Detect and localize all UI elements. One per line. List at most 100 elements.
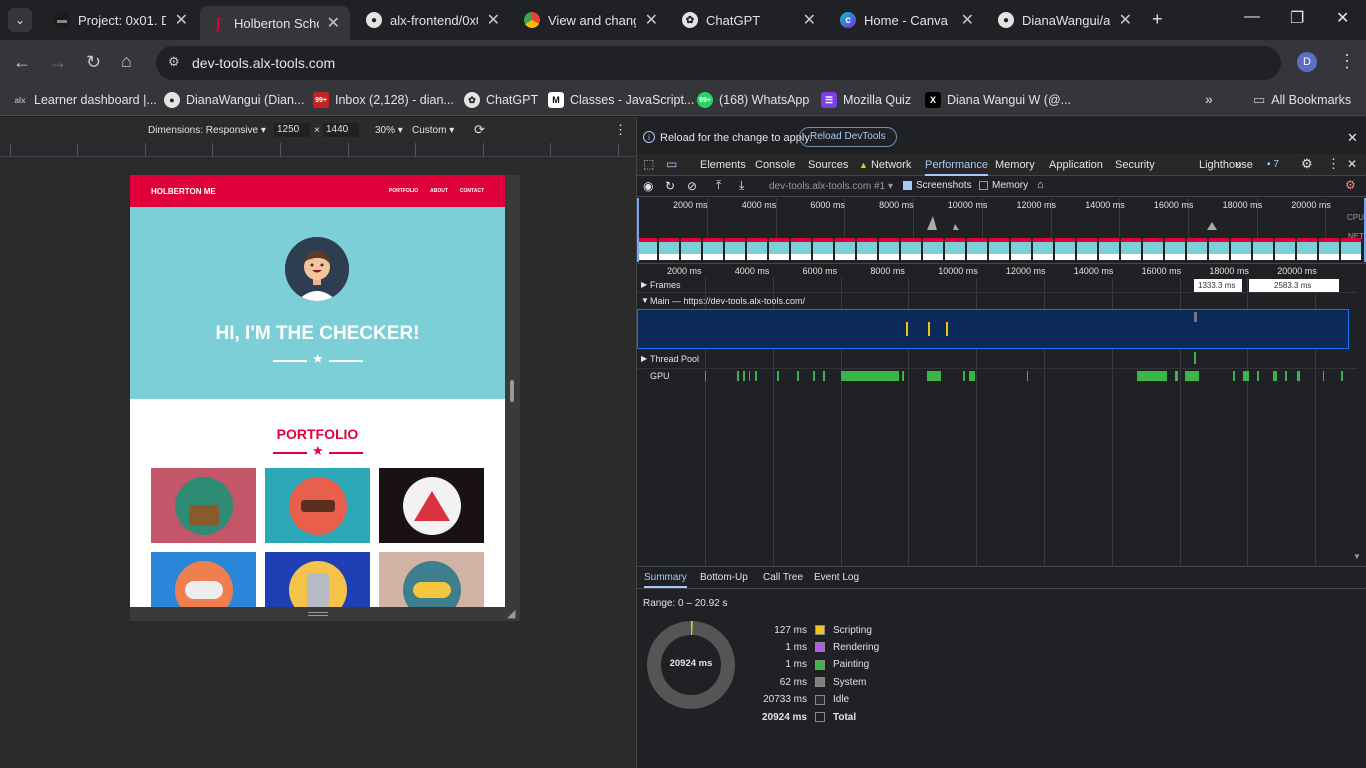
portfolio-item-cake[interactable] xyxy=(265,468,370,543)
screenshot-thumbnail[interactable] xyxy=(681,238,701,260)
portfolio-item-circus[interactable] xyxy=(379,468,484,543)
screenshot-thumbnail[interactable] xyxy=(879,238,899,260)
scrollbar-handle[interactable] xyxy=(510,380,514,402)
forward-icon[interactable]: → xyxy=(49,52,67,73)
tab-security[interactable]: Security xyxy=(1115,159,1155,171)
frame-badge[interactable]: 1333.3 ms xyxy=(1194,279,1242,292)
screenshot-thumbnail[interactable] xyxy=(1055,238,1075,260)
screenshot-thumbnail[interactable] xyxy=(1011,238,1031,260)
issues-badge[interactable]: ▪ 7 xyxy=(1267,159,1279,170)
timeline-overview[interactable]: 2000 ms 4000 ms 6000 ms 8000 ms 10000 ms 1200… xyxy=(637,198,1366,264)
frame-badge[interactable]: 2583.3 ms xyxy=(1249,279,1339,292)
tab-canva[interactable]: c Home - Canva ✕ xyxy=(830,6,984,34)
tab-application[interactable]: Application xyxy=(1049,159,1103,171)
screenshot-thumbnail[interactable] xyxy=(1319,238,1339,260)
screenshot-thumbnail[interactable] xyxy=(967,238,987,260)
screenshot-thumbnail[interactable] xyxy=(703,238,723,260)
screenshot-thumbnail[interactable] xyxy=(725,238,745,260)
zoom-dropdown[interactable]: 30% ▾ xyxy=(375,125,403,136)
screenshot-thumbnail[interactable] xyxy=(1187,238,1207,260)
reload-record-icon[interactable]: ↻ xyxy=(665,179,675,193)
bookmark-whatsapp[interactable]: 99+ (168) WhatsApp xyxy=(697,92,809,108)
close-icon[interactable]: ✕ xyxy=(803,10,816,30)
portfolio-item-device[interactable] xyxy=(265,552,370,607)
minimize-icon[interactable]: — xyxy=(1244,8,1260,26)
inspect-icon[interactable]: ⬚ xyxy=(643,157,654,171)
tab-summary[interactable]: Summary xyxy=(644,572,687,588)
bookmark-github[interactable]: ● DianaWangui (Dian... xyxy=(164,92,304,108)
download-icon[interactable]: ⤓ xyxy=(739,178,744,193)
kebab-menu-icon[interactable]: ⋮ xyxy=(1338,51,1356,72)
close-icon[interactable]: ✕ xyxy=(645,10,658,30)
tab-elements[interactable]: Elements xyxy=(700,159,746,171)
frames-track[interactable]: ▶ Frames 1333.3 ms 2583.3 ms xyxy=(637,279,1357,293)
tab-call-tree[interactable]: Call Tree xyxy=(763,572,803,583)
bookmark-mozilla-quiz[interactable]: ☰ Mozilla Quiz xyxy=(821,92,911,108)
record-icon[interactable]: ◉ xyxy=(643,179,653,193)
tab-memory[interactable]: Memory xyxy=(995,159,1035,171)
tab-event-log[interactable]: Event Log xyxy=(814,572,859,583)
close-icon[interactable]: ✕ xyxy=(1119,10,1132,30)
tab-search-button[interactable]: ⌄ xyxy=(8,8,32,32)
profile-avatar[interactable]: D xyxy=(1297,52,1317,72)
screenshot-thumbnail[interactable] xyxy=(791,238,811,260)
throttle-dropdown[interactable]: Custom ▾ xyxy=(412,125,454,136)
resize-corner-icon[interactable]: ◢ xyxy=(507,607,515,620)
screenshot-thumbnail[interactable] xyxy=(813,238,833,260)
screenshot-thumbnail[interactable] xyxy=(945,238,965,260)
screenshot-thumbnail[interactable] xyxy=(1099,238,1119,260)
devtools-menu-icon[interactable]: ⋮ xyxy=(1327,156,1340,172)
tab-github-diana[interactable]: ● DianaWangui/alx ✕ xyxy=(988,6,1142,34)
bookmark-gmail[interactable]: 99+ Inbox (2,128) - dian... xyxy=(313,92,454,108)
thread-pool-track[interactable]: ▶ Thread Pool xyxy=(637,352,1357,366)
broom-icon[interactable]: ⌂ xyxy=(1037,179,1044,191)
tab-holberton[interactable]: ʃ Holberton Schoo ✕ xyxy=(200,6,350,40)
tab-lighthouse[interactable]: Lighthouse xyxy=(1199,159,1253,171)
screenshot-thumbnail[interactable] xyxy=(1341,238,1361,260)
tab-performance[interactable]: Performance xyxy=(925,159,988,176)
memory-checkbox[interactable]: Memory xyxy=(979,180,1028,191)
width-input[interactable]: 1250 xyxy=(274,123,310,137)
rotate-icon[interactable]: ⟳ xyxy=(474,122,485,138)
tab-network[interactable]: ▲ Network xyxy=(859,159,911,171)
omnibox[interactable]: ⚙ dev-tools.alx-tools.com xyxy=(156,46,1281,80)
all-bookmarks[interactable]: ▭ All Bookmarks xyxy=(1253,92,1351,108)
screenshot-thumbnail[interactable] xyxy=(1275,238,1295,260)
window-close-icon[interactable]: ✕ xyxy=(1336,8,1349,28)
recording-select[interactable]: dev-tools.alx-tools.com #1 ▾ xyxy=(769,181,893,192)
screenshot-thumbnail[interactable] xyxy=(747,238,767,260)
screenshot-thumbnail[interactable] xyxy=(1231,238,1251,260)
nav-link-portfolio[interactable]: PORTFOLIO xyxy=(389,188,418,194)
screenshot-thumbnail[interactable] xyxy=(1297,238,1317,260)
close-icon[interactable]: ✕ xyxy=(1347,130,1358,146)
tab-github-frontend[interactable]: ● alx-frontend/0x0 ✕ xyxy=(356,6,510,34)
screenshot-thumbnail[interactable] xyxy=(901,238,921,260)
device-toggle-icon[interactable]: ▭ xyxy=(666,157,677,171)
capture-settings-gear-icon[interactable]: ⚙ xyxy=(1345,178,1356,192)
maximize-icon[interactable]: ❐ xyxy=(1290,8,1304,28)
portfolio-item-gamepad[interactable] xyxy=(151,552,256,607)
reload-icon[interactable]: ↻ xyxy=(86,52,101,73)
bookmark-classes[interactable]: M Classes - JavaScript... xyxy=(548,92,694,108)
screenshot-thumbnail[interactable] xyxy=(1121,238,1141,260)
screenshot-thumbnail[interactable] xyxy=(923,238,943,260)
screenshot-thumbnail[interactable] xyxy=(1165,238,1185,260)
settings-gear-icon[interactable]: ⚙ xyxy=(1301,156,1313,172)
screenshots-checkbox[interactable]: Screenshots xyxy=(903,180,972,191)
height-input[interactable]: 1440 xyxy=(323,123,359,137)
close-icon[interactable]: ✕ xyxy=(327,13,340,33)
dimensions-dropdown[interactable]: Dimensions: Responsive ▾ xyxy=(148,125,266,136)
resize-handle-bottom[interactable]: ◢ xyxy=(130,607,520,621)
close-icon[interactable]: ✕ xyxy=(487,10,500,30)
portfolio-item-submarine[interactable] xyxy=(379,552,484,607)
gpu-track[interactable]: GPU xyxy=(637,368,1357,382)
tab-chrome-settings[interactable]: View and change ✕ xyxy=(514,6,668,34)
tab-chatgpt[interactable]: ✿ ChatGPT ✕ xyxy=(672,6,826,34)
bookmark-chatgpt[interactable]: ✿ ChatGPT xyxy=(464,92,538,108)
screenshot-thumbnail[interactable] xyxy=(637,238,657,260)
tab-project[interactable]: ▬ Project: 0x01. De ✕ xyxy=(44,6,198,34)
upload-icon[interactable]: ⤒ xyxy=(716,178,721,193)
screenshot-thumbnail[interactable] xyxy=(1209,238,1229,260)
screenshot-thumbnail[interactable] xyxy=(1253,238,1273,260)
scroll-down-icon[interactable]: ▼ xyxy=(1353,552,1361,561)
